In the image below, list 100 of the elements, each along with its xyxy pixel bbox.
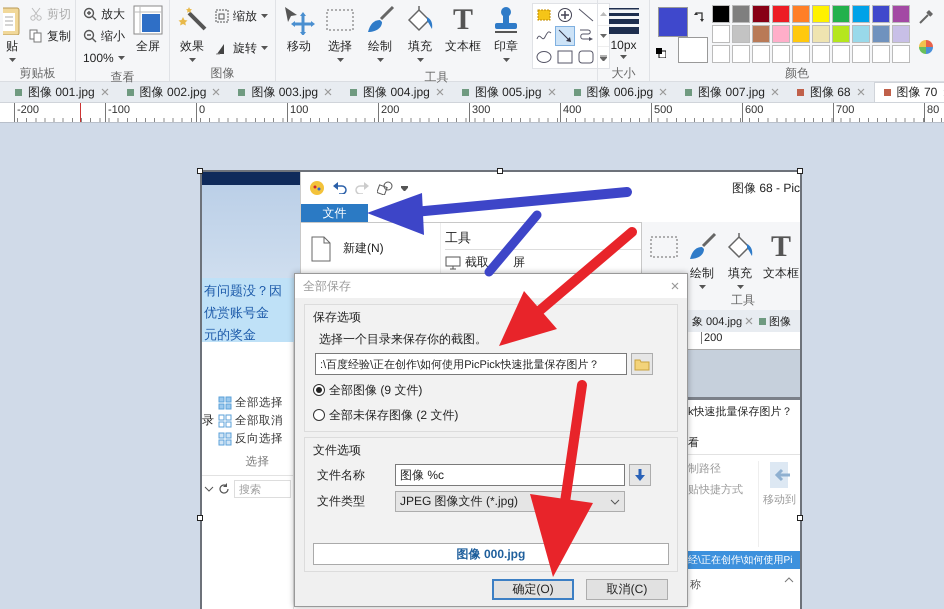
file-name-field[interactable]: 图像 %c xyxy=(395,464,625,486)
palette-swatch[interactable] xyxy=(852,45,870,63)
swap-icon[interactable] xyxy=(694,11,706,23)
palette-swatch[interactable] xyxy=(812,25,830,43)
palette-swatch[interactable] xyxy=(832,5,850,23)
image-tab[interactable]: 图像 70 xyxy=(874,82,944,102)
primary-color-swatch[interactable] xyxy=(658,7,688,37)
image-tab[interactable]: 图像 xyxy=(759,314,792,328)
close-icon[interactable] xyxy=(100,88,109,96)
app-icon[interactable] xyxy=(309,180,325,196)
insert-variable-button[interactable] xyxy=(629,464,651,486)
refresh-icon[interactable] xyxy=(218,483,230,495)
palette-swatch[interactable] xyxy=(852,5,870,23)
zoom-in-button[interactable]: 放大 xyxy=(80,3,128,25)
redo-icon[interactable] xyxy=(355,182,369,194)
folder-path-field[interactable]: :\百度经验\正在创作\如何使用PicPick快速批量保存图片？ xyxy=(315,353,627,375)
close-icon[interactable] xyxy=(548,88,556,96)
zoom-level-dropdown[interactable]: 100% xyxy=(80,47,128,69)
dialog-button[interactable]: 取消(C) xyxy=(586,579,668,600)
text-box-button[interactable]: T 文本框 xyxy=(760,230,800,292)
fullscreen-button[interactable]: 全屏 xyxy=(130,3,166,57)
rotate-button[interactable]: 旋转 xyxy=(212,37,271,59)
image-tab[interactable]: 图像 004.jpg xyxy=(341,82,453,102)
shape-tool[interactable] xyxy=(555,5,575,25)
palette-swatch[interactable] xyxy=(872,25,890,43)
palette-swatch[interactable] xyxy=(852,25,870,43)
stamp-button[interactable]: 印章 xyxy=(488,3,524,64)
select-button[interactable]: 选择 xyxy=(322,3,358,64)
resize-handle[interactable] xyxy=(197,515,203,521)
palette-swatch[interactable] xyxy=(832,25,850,43)
palette-swatch[interactable] xyxy=(772,25,790,43)
close-icon[interactable] xyxy=(770,88,779,96)
palette-swatch[interactable] xyxy=(892,25,910,43)
palette-swatch[interactable] xyxy=(732,45,750,63)
browse-folder-button[interactable] xyxy=(631,353,653,375)
image-tab[interactable]: 图像 007.jpg xyxy=(676,82,788,102)
file-tab[interactable]: 文件 xyxy=(301,204,368,222)
palette-swatch[interactable] xyxy=(712,25,730,43)
palette-swatch[interactable] xyxy=(812,5,830,23)
draw-button[interactable]: 绘制 xyxy=(362,3,398,64)
image-tab[interactable]: 图像 003.jpg xyxy=(229,82,342,102)
palette-swatch[interactable] xyxy=(712,45,730,63)
paste-button[interactable]: 贴 xyxy=(0,3,24,64)
shape-tool[interactable] xyxy=(555,26,575,46)
palette-swatch[interactable] xyxy=(892,5,910,23)
close-icon[interactable] xyxy=(856,88,865,96)
chevron-up-icon[interactable] xyxy=(784,577,794,583)
palette-swatch[interactable] xyxy=(872,45,890,63)
fill-button[interactable]: 填充 xyxy=(722,230,758,292)
undo-icon[interactable] xyxy=(333,182,347,194)
eyedropper-icon[interactable] xyxy=(918,9,934,25)
close-icon[interactable] xyxy=(436,88,444,96)
chevron-down-icon[interactable] xyxy=(204,486,214,492)
close-icon[interactable] xyxy=(745,317,754,325)
resize-handle[interactable] xyxy=(497,168,503,174)
expand-icon[interactable] xyxy=(600,54,607,61)
column-header[interactable]: 称 xyxy=(690,577,701,592)
image-tab[interactable]: 图像 68 xyxy=(788,82,874,102)
palette-swatch[interactable] xyxy=(772,5,790,23)
scroll-down-icon[interactable] xyxy=(600,34,607,38)
text-box-button[interactable]: T 文本框 xyxy=(442,3,484,57)
draw-button[interactable]: 绘制 xyxy=(684,230,720,292)
select-all-button[interactable]: 全部选择 xyxy=(218,395,283,410)
line-width-button[interactable]: 10px xyxy=(604,3,642,61)
palette-swatch[interactable] xyxy=(752,45,770,63)
menu-item-text[interactable]: 截取 xyxy=(465,254,489,271)
image-tab[interactable]: 图像 005.jpg xyxy=(452,82,565,102)
dialog-button[interactable]: 确定(O) xyxy=(492,579,574,600)
color-wheel-icon[interactable] xyxy=(918,39,934,55)
image-tab[interactable]: 图像 006.jpg xyxy=(564,82,676,102)
radio-option[interactable]: 全部图像 (9 文件) xyxy=(313,380,669,400)
move-button[interactable]: 移动 xyxy=(280,3,318,57)
palette-swatch[interactable] xyxy=(732,5,750,23)
secondary-color-swatch[interactable] xyxy=(678,37,708,63)
copy-button[interactable]: 复制 xyxy=(26,25,74,47)
resize-handle[interactable] xyxy=(797,168,803,174)
resize-handle[interactable] xyxy=(197,168,203,174)
caret-icon[interactable] xyxy=(401,186,408,190)
palette-swatch[interactable] xyxy=(892,45,910,63)
close-icon[interactable] xyxy=(671,282,679,290)
close-icon[interactable] xyxy=(324,88,332,96)
close-icon[interactable] xyxy=(659,88,668,96)
shapes-icon[interactable] xyxy=(377,181,393,195)
image-tab[interactable]: 图像 002.jpg xyxy=(118,82,230,102)
zoom-out-button[interactable]: 缩小 xyxy=(80,25,128,47)
palette-swatch[interactable] xyxy=(732,25,750,43)
palette-swatch[interactable] xyxy=(792,45,810,63)
radio-option[interactable]: 全部未保存图像 (2 文件) xyxy=(313,405,669,425)
palette-swatch[interactable] xyxy=(712,5,730,23)
palette-swatch[interactable] xyxy=(832,45,850,63)
image-tab[interactable]: 图像 001.jpg xyxy=(6,82,118,102)
select-none-button[interactable]: 全部取消 xyxy=(218,413,283,428)
palette-swatch[interactable] xyxy=(772,45,790,63)
close-icon[interactable] xyxy=(212,88,220,96)
effects-button[interactable]: 效果 xyxy=(174,3,210,64)
fill-button[interactable]: 填充 xyxy=(402,3,438,64)
palette-swatch[interactable] xyxy=(752,25,770,43)
scroll-up-icon[interactable] xyxy=(600,12,607,16)
palette-swatch[interactable] xyxy=(872,5,890,23)
resize-handle[interactable] xyxy=(797,515,803,521)
